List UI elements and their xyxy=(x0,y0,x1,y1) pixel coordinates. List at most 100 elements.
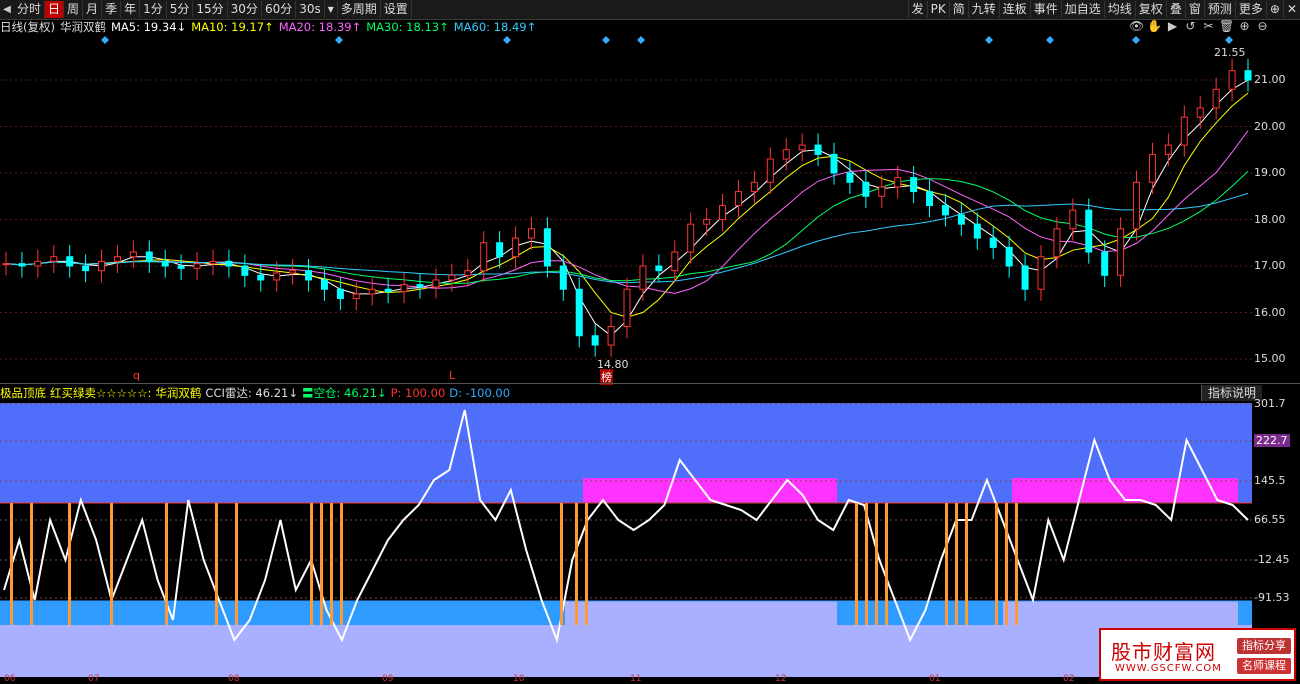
candle-body xyxy=(1117,228,1125,276)
candle-body xyxy=(305,270,313,281)
indicator-desc: 红买绿卖☆☆☆☆☆: xyxy=(50,386,152,400)
indicator-tick: 222.7 xyxy=(1254,434,1290,447)
candle-body xyxy=(18,263,26,267)
candle-body xyxy=(34,260,42,267)
indicator-tick: -91.53 xyxy=(1254,591,1290,604)
signal-stripe xyxy=(340,503,343,625)
candle-body xyxy=(129,251,137,258)
candle-body xyxy=(1085,209,1093,253)
ma-line xyxy=(5,170,1249,284)
indicator-explain-button[interactable]: 指标说明 xyxy=(1200,385,1262,401)
signal-stripe xyxy=(560,503,563,625)
candle-body xyxy=(241,265,249,276)
candle-body xyxy=(400,284,408,293)
candle-body xyxy=(1101,251,1109,276)
candle-body xyxy=(1196,107,1204,118)
signal-diamond xyxy=(101,36,109,44)
kline-chart[interactable] xyxy=(0,0,1300,684)
candle-body xyxy=(145,251,153,262)
signal-stripe xyxy=(955,503,958,625)
candle-body xyxy=(1069,209,1077,230)
candle-body xyxy=(926,191,934,207)
candle-body xyxy=(782,149,790,160)
signal-diamond xyxy=(335,36,343,44)
signal-stripe xyxy=(865,503,868,625)
candle-body xyxy=(336,288,344,300)
candle-body xyxy=(113,256,121,262)
candle-body xyxy=(703,219,711,225)
candle-body xyxy=(559,265,567,290)
candle-body xyxy=(814,144,822,155)
watermark-tag-course: 名师课程 xyxy=(1237,658,1291,674)
candle-body xyxy=(830,153,838,174)
price-tick: 18.00 xyxy=(1254,212,1286,226)
candle-body xyxy=(257,274,265,281)
candle-body xyxy=(225,260,233,267)
signal-stripe xyxy=(945,503,948,625)
price-tick: 16.00 xyxy=(1254,305,1286,319)
signal-stripe xyxy=(68,503,71,625)
signal-stripe xyxy=(310,503,313,625)
signal-diamond xyxy=(1225,36,1233,44)
signal-stripe xyxy=(165,503,168,625)
signal-diamond xyxy=(602,36,610,44)
signal-stripe xyxy=(995,503,998,625)
signal-stripe xyxy=(575,503,578,625)
high-price-label: 21.55 xyxy=(1214,46,1246,59)
candle-body xyxy=(846,172,854,183)
price-tick: 21.00 xyxy=(1254,73,1286,86)
candle-body xyxy=(1021,265,1029,290)
candle-body xyxy=(1244,70,1252,81)
candle-body xyxy=(941,205,949,216)
signal-stripe xyxy=(855,503,858,625)
candle-body xyxy=(352,293,360,300)
signal-stripe xyxy=(330,503,333,625)
signal-stripe xyxy=(30,503,33,625)
candle-body xyxy=(687,223,695,253)
candle-body xyxy=(273,272,281,281)
signal-block xyxy=(0,601,565,625)
candle-body xyxy=(464,270,472,276)
signal-stripe xyxy=(965,503,968,625)
time-tick: 06 xyxy=(4,674,16,684)
candle-body xyxy=(98,260,106,272)
candle-body xyxy=(623,288,631,327)
time-tick: 12 xyxy=(775,674,787,684)
candle-body xyxy=(66,256,74,267)
ma-line xyxy=(5,130,1249,294)
candle-body xyxy=(910,177,918,193)
candle-body xyxy=(639,265,647,290)
time-tick: 10 xyxy=(513,674,525,684)
signal-stripe xyxy=(875,503,878,625)
candle-body xyxy=(177,265,185,269)
candle-body xyxy=(384,288,392,293)
candle-body xyxy=(161,260,169,267)
price-tick: 15.00 xyxy=(1254,352,1286,365)
time-tick: 09 xyxy=(382,674,394,684)
signal-diamond xyxy=(503,36,511,44)
indicator-stock: 华润双鹤 xyxy=(155,386,202,400)
signal-diamond xyxy=(1132,36,1140,44)
indicator-tick: 301.7 xyxy=(1254,397,1286,410)
candle-body xyxy=(416,284,424,288)
candle-body xyxy=(1228,70,1236,90)
signal-stripe xyxy=(10,503,13,625)
candle-body xyxy=(448,274,456,281)
price-tick: 19.00 xyxy=(1254,166,1286,179)
candle-body xyxy=(734,191,742,207)
candle-body xyxy=(2,263,10,266)
signal-stripe xyxy=(110,503,113,625)
time-axis: 06070809101112010203 xyxy=(0,674,1174,684)
signal-stripe xyxy=(1005,503,1008,625)
empty-value: 〓空仓: 46.21↓ xyxy=(301,386,387,400)
candle-body xyxy=(878,186,886,197)
candle-body xyxy=(766,158,774,183)
signal-stripe xyxy=(885,503,888,625)
candle-body xyxy=(1212,88,1220,109)
candle-body xyxy=(1053,228,1061,258)
indicator-name: 极品顶底 xyxy=(0,386,46,400)
candle-body xyxy=(320,279,328,290)
signal-block xyxy=(1238,601,1252,625)
signal-stripe xyxy=(1015,503,1018,625)
signal-stripe xyxy=(585,503,588,625)
